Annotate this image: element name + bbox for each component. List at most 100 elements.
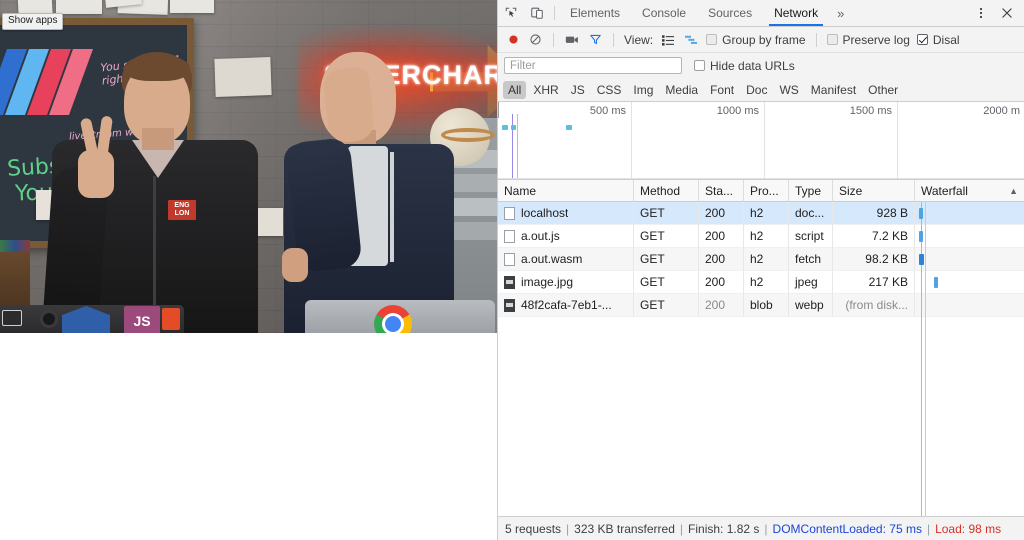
table-row[interactable]: 48f2cafa-7eb1-... GET 200 blob webp (fro… bbox=[498, 294, 1024, 317]
type-filter-media[interactable]: Media bbox=[660, 81, 703, 99]
tab-elements[interactable]: Elements bbox=[559, 0, 631, 26]
shelf-drawer bbox=[447, 198, 497, 216]
facepalm-hand bbox=[322, 66, 375, 144]
group-by-frame-box[interactable] bbox=[706, 34, 717, 45]
overview-request-bar bbox=[511, 125, 516, 130]
summary-load: Load: 98 ms bbox=[935, 522, 1001, 536]
cell-name: localhost bbox=[498, 202, 634, 225]
devtools-tabbar: Elements Console Sources Network » bbox=[498, 0, 1024, 27]
laptop-sticker-js: JS bbox=[124, 306, 160, 333]
cell-protocol: h2 bbox=[744, 202, 789, 225]
devtools-panel: Elements Console Sources Network » bbox=[497, 0, 1024, 540]
column-header-status[interactable]: Sta... bbox=[699, 180, 744, 202]
type-filter-js[interactable]: JS bbox=[566, 81, 590, 99]
cell-name: a.out.wasm bbox=[498, 248, 634, 271]
summary-separator: | bbox=[561, 522, 574, 536]
type-filter-ws[interactable]: WS bbox=[774, 81, 803, 99]
person-right-hoodie-strings bbox=[390, 152, 394, 262]
cell-type: jpeg bbox=[789, 271, 833, 294]
inspect-element-icon[interactable] bbox=[498, 0, 524, 26]
type-filter-xhr[interactable]: XHR bbox=[528, 81, 563, 99]
kebab-menu-icon[interactable] bbox=[968, 6, 994, 20]
summary-transferred: 323 KB transferred bbox=[574, 522, 675, 536]
column-header-protocol[interactable]: Pro... bbox=[744, 180, 789, 202]
disable-cache-box[interactable] bbox=[917, 34, 928, 45]
type-filter-css[interactable]: CSS bbox=[592, 81, 627, 99]
more-tabs-chevron-icon[interactable]: » bbox=[829, 0, 852, 26]
type-filter-manifest[interactable]: Manifest bbox=[806, 81, 861, 99]
cell-waterfall bbox=[915, 248, 1024, 271]
preserve-log-checkbox[interactable]: Preserve log bbox=[825, 33, 912, 47]
request-name: a.out.wasm bbox=[521, 248, 582, 271]
pinned-paper bbox=[56, 0, 102, 14]
video-player[interactable]: You saw part 1, right? livestream woo Su… bbox=[0, 0, 497, 333]
tab-network[interactable]: Network bbox=[763, 0, 829, 26]
js-sticker-label: JS bbox=[133, 313, 150, 329]
cell-status: 200 bbox=[699, 248, 744, 271]
clear-icon[interactable] bbox=[526, 30, 545, 50]
filter-funnel-icon[interactable] bbox=[586, 30, 605, 50]
cell-protocol: h2 bbox=[744, 271, 789, 294]
tabbar-divider bbox=[554, 6, 555, 20]
summary-separator: | bbox=[759, 522, 772, 536]
cell-type: script bbox=[789, 225, 833, 248]
hide-data-urls-checkbox[interactable]: Hide data URLs bbox=[692, 59, 797, 73]
cell-protocol: h2 bbox=[744, 225, 789, 248]
toolbar-divider-3 bbox=[816, 33, 817, 47]
network-summary-bar: 5 requests | 323 KB transferred | Finish… bbox=[498, 516, 1024, 540]
resource-type-filters: All XHR JS CSS Img Media Font Doc WS Man… bbox=[498, 78, 1024, 102]
table-header-row: Name Method Sta... Pro... Type Size Wate… bbox=[498, 180, 1024, 202]
pinned-paper-sketch bbox=[214, 57, 271, 97]
view-list-icon[interactable] bbox=[658, 30, 678, 50]
group-by-frame-label: Group by frame bbox=[722, 33, 805, 47]
table-row[interactable]: localhost GET 200 h2 doc... 928 B bbox=[498, 202, 1024, 225]
cell-size: 928 B bbox=[833, 202, 915, 225]
filter-input[interactable] bbox=[504, 57, 682, 74]
column-header-method[interactable]: Method bbox=[634, 180, 699, 202]
column-header-size[interactable]: Size bbox=[833, 180, 915, 202]
cell-method: GET bbox=[634, 294, 699, 317]
type-filter-img[interactable]: Img bbox=[628, 81, 658, 99]
group-by-frame-checkbox[interactable]: Group by frame bbox=[704, 33, 807, 47]
column-header-type[interactable]: Type bbox=[789, 180, 833, 202]
cell-status: 200 bbox=[699, 202, 744, 225]
tab-console[interactable]: Console bbox=[631, 0, 697, 26]
request-name: localhost bbox=[521, 202, 568, 225]
view-waterfall-icon[interactable] bbox=[681, 30, 701, 50]
type-filter-font[interactable]: Font bbox=[705, 81, 739, 99]
tab-sources[interactable]: Sources bbox=[697, 0, 763, 26]
overview-dcl-line bbox=[512, 114, 513, 179]
overview-load-line bbox=[517, 114, 518, 179]
hide-data-urls-label: Hide data URLs bbox=[710, 59, 795, 73]
type-filter-doc[interactable]: Doc bbox=[741, 81, 772, 99]
request-name: a.out.js bbox=[521, 225, 560, 248]
network-overview-timeline[interactable]: 500 ms 1000 ms 1500 ms 2000 m bbox=[498, 102, 1024, 180]
cell-waterfall bbox=[915, 225, 1024, 248]
table-row[interactable]: a.out.wasm GET 200 h2 fetch 98.2 KB bbox=[498, 248, 1024, 271]
summary-separator: | bbox=[922, 522, 935, 536]
column-header-waterfall[interactable]: Waterfall ▲ bbox=[915, 180, 1024, 202]
network-toolbar: View: Group by frame Preserve log Disal bbox=[498, 27, 1024, 53]
close-icon[interactable] bbox=[994, 6, 1020, 20]
preserve-log-box[interactable] bbox=[827, 34, 838, 45]
disable-cache-checkbox[interactable]: Disal bbox=[915, 33, 962, 47]
devtools-tabbar-actions bbox=[961, 0, 1024, 26]
overview-left-edge bbox=[498, 102, 499, 118]
device-toolbar-icon[interactable] bbox=[524, 0, 550, 26]
type-filter-all[interactable]: All bbox=[503, 81, 526, 99]
type-filter-other[interactable]: Other bbox=[863, 81, 903, 99]
column-header-name[interactable]: Name bbox=[498, 180, 634, 202]
document-icon bbox=[504, 230, 515, 243]
table-row[interactable]: a.out.js GET 200 h2 script 7.2 KB bbox=[498, 225, 1024, 248]
disable-cache-label: Disal bbox=[933, 33, 960, 47]
cell-size: 7.2 KB bbox=[833, 225, 915, 248]
overview-tick-1000: 1000 ms bbox=[717, 105, 764, 117]
camera-icon[interactable] bbox=[562, 30, 583, 50]
image-icon bbox=[504, 276, 515, 289]
table-row[interactable]: image.jpg GET 200 h2 jpeg 217 KB bbox=[498, 271, 1024, 294]
hide-data-urls-box[interactable] bbox=[694, 60, 705, 71]
record-icon[interactable] bbox=[504, 30, 523, 50]
cell-name: 48f2cafa-7eb1-... bbox=[498, 294, 634, 317]
request-name: 48f2cafa-7eb1-... bbox=[521, 294, 612, 317]
toolbox-items bbox=[0, 240, 30, 252]
